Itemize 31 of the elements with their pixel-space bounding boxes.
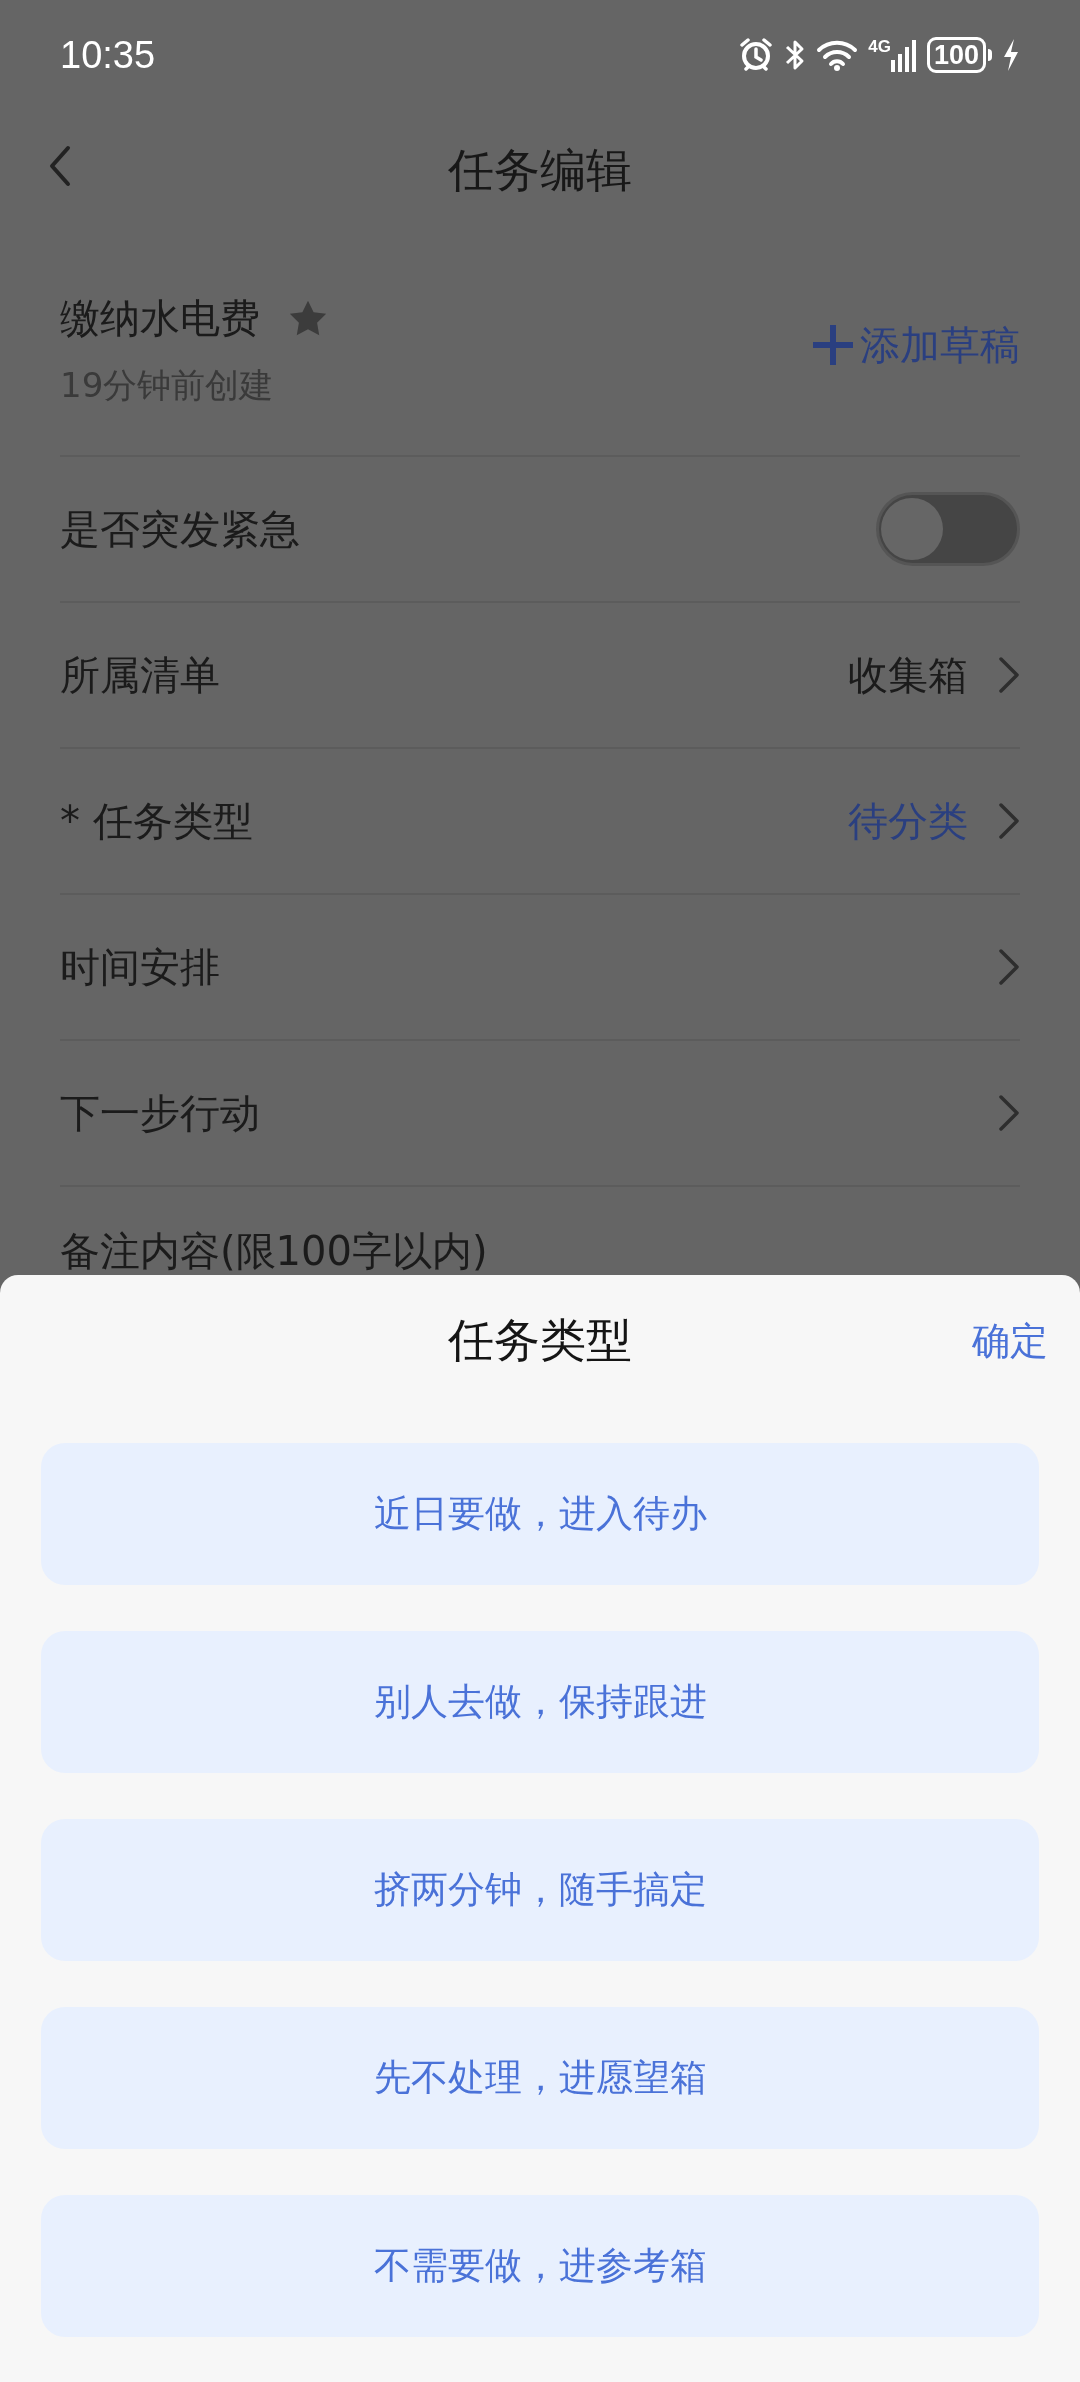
back-button[interactable] [48, 144, 72, 188]
sheet-title: 任务类型 [448, 1311, 632, 1369]
task-type-option[interactable]: 挤两分钟，随手搞定 [41, 1819, 1039, 1961]
charging-icon [1002, 38, 1020, 72]
row-value: 收集箱 [848, 651, 968, 700]
confirm-button[interactable]: 确定 [972, 1313, 1048, 1370]
alarm-icon [738, 37, 775, 73]
row-label: * 任务类型 [60, 797, 254, 846]
back-icon [48, 144, 72, 188]
signal-icon [890, 38, 917, 72]
row-label: 是否突发紧急 [60, 505, 301, 554]
chevron-right-icon [998, 801, 1020, 841]
task-type-option[interactable]: 不需要做，进参考箱 [41, 2195, 1039, 2337]
chevron-right-icon [998, 947, 1020, 987]
page-title: 任务编辑 [448, 141, 632, 199]
chevron-right-icon [998, 1093, 1020, 1133]
chevron-right-icon [998, 655, 1020, 695]
status-time: 10:35 [60, 32, 156, 78]
wifi-icon [816, 38, 859, 72]
star-icon[interactable] [288, 299, 328, 337]
row-label: 下一步行动 [60, 1089, 261, 1138]
row-value: 待分类 [848, 797, 968, 846]
task-type-option[interactable]: 别人去做，保持跟进 [41, 1631, 1039, 1773]
network-type: 4G [868, 38, 891, 55]
remark-label: 备注内容(限100字以内) [60, 1228, 488, 1274]
task-title: 缴纳水电费 [60, 294, 260, 343]
battery-indicator: 100 [926, 37, 992, 73]
task-type-option[interactable]: 先不处理，进愿望箱 [41, 2007, 1039, 2149]
row-label: 时间安排 [60, 943, 221, 992]
task-type-option[interactable]: 近日要做，进入待办 [41, 1443, 1039, 1585]
row-label: 所属清单 [60, 651, 221, 700]
